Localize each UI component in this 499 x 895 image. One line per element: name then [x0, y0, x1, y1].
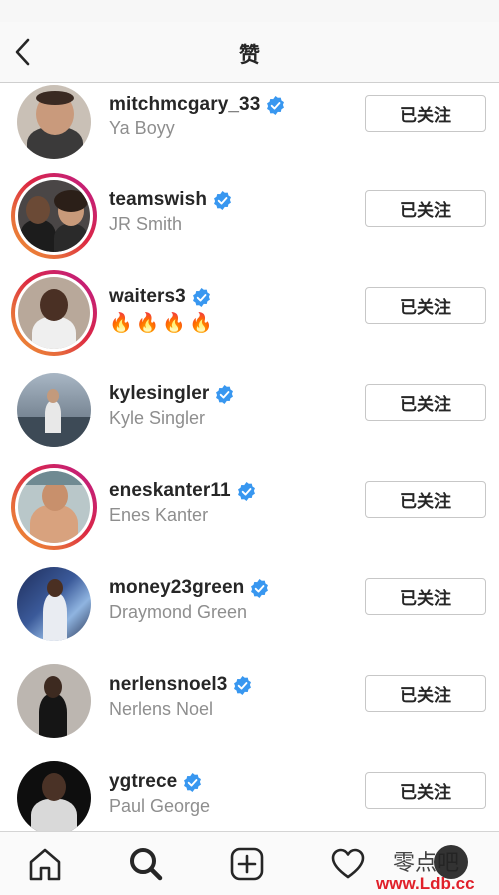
following-button[interactable]: 已关注 [365, 190, 486, 227]
verified-badge-icon [184, 772, 202, 792]
status-bar [0, 0, 499, 22]
full-name: Draymond Green [109, 602, 248, 622]
add-post-icon [230, 847, 264, 881]
username[interactable]: eneskanter11 [109, 480, 231, 502]
verified-badge-icon [192, 287, 210, 307]
tab-search[interactable] [128, 846, 164, 882]
nav-header: 赞 [0, 22, 499, 83]
following-button[interactable]: 已关注 [365, 95, 486, 132]
avatar[interactable] [11, 173, 97, 259]
verified-badge-icon [267, 95, 285, 115]
username[interactable]: teamswish [109, 189, 207, 211]
following-button[interactable]: 已关注 [365, 481, 486, 518]
list-item[interactable]: teamswish JR Smith 已关注 [0, 168, 499, 265]
tab-activity[interactable] [330, 846, 366, 882]
verified-badge-icon [214, 190, 232, 210]
username[interactable]: waiters3 [109, 286, 186, 308]
full-name: Enes Kanter [109, 505, 209, 525]
page-title: 赞 [239, 43, 260, 67]
search-icon [130, 848, 163, 881]
avatar[interactable] [11, 658, 97, 744]
full-name: Nerlens Noel [109, 699, 214, 719]
list-item[interactable]: eneskanter11 Enes Kanter 已关注 [0, 459, 499, 556]
tab-new-post[interactable] [229, 846, 265, 882]
avatar[interactable] [11, 464, 97, 550]
username[interactable]: mitchmcgary_33 [109, 94, 260, 116]
verified-badge-icon [216, 384, 234, 404]
username[interactable]: ygtrece [109, 771, 177, 793]
verified-badge-icon [234, 675, 252, 695]
following-button[interactable]: 已关注 [365, 384, 486, 421]
username[interactable]: money23green [109, 577, 244, 599]
avatar[interactable] [11, 270, 97, 356]
following-button[interactable]: 已关注 [365, 287, 486, 324]
following-button[interactable]: 已关注 [365, 772, 486, 809]
avatar[interactable] [11, 561, 97, 647]
following-button[interactable]: 已关注 [365, 578, 486, 615]
list-item[interactable]: money23green Draymond Green 已关注 [0, 556, 499, 653]
list-item[interactable]: kylesingler Kyle Singler 已关注 [0, 362, 499, 459]
verified-badge-icon [237, 481, 255, 501]
home-icon [29, 848, 61, 881]
avatar[interactable] [11, 755, 97, 831]
watermark-url: www.Ldb.cc [376, 874, 475, 893]
heart-icon [331, 848, 365, 879]
watermark-text: 零点吧 [393, 851, 460, 876]
avatar[interactable] [11, 83, 97, 165]
full-name: Paul George [109, 796, 211, 816]
full-name: Kyle Singler [109, 408, 206, 428]
username[interactable]: nerlensnoel3 [109, 674, 227, 696]
full-name: JR Smith [109, 214, 183, 234]
full-name: 🔥🔥🔥🔥 [109, 313, 216, 334]
list-item[interactable]: mitchmcgary_33 Ya Boyy 已关注 [0, 83, 499, 180]
list-item[interactable]: ygtrece Paul George 已关注 [0, 750, 499, 831]
list-item[interactable]: waiters3 🔥🔥🔥🔥 已关注 [0, 265, 499, 362]
tab-home[interactable] [27, 846, 63, 882]
likes-list[interactable]: mitchmcgary_33 Ya Boyy 已关注 teamswish JR … [0, 83, 499, 831]
full-name: Ya Boyy [109, 118, 175, 138]
verified-badge-icon [251, 578, 269, 598]
avatar[interactable] [11, 367, 97, 453]
following-button[interactable]: 已关注 [365, 675, 486, 712]
username[interactable]: kylesingler [109, 383, 209, 405]
list-item[interactable]: nerlensnoel3 Nerlens Noel 已关注 [0, 653, 499, 750]
